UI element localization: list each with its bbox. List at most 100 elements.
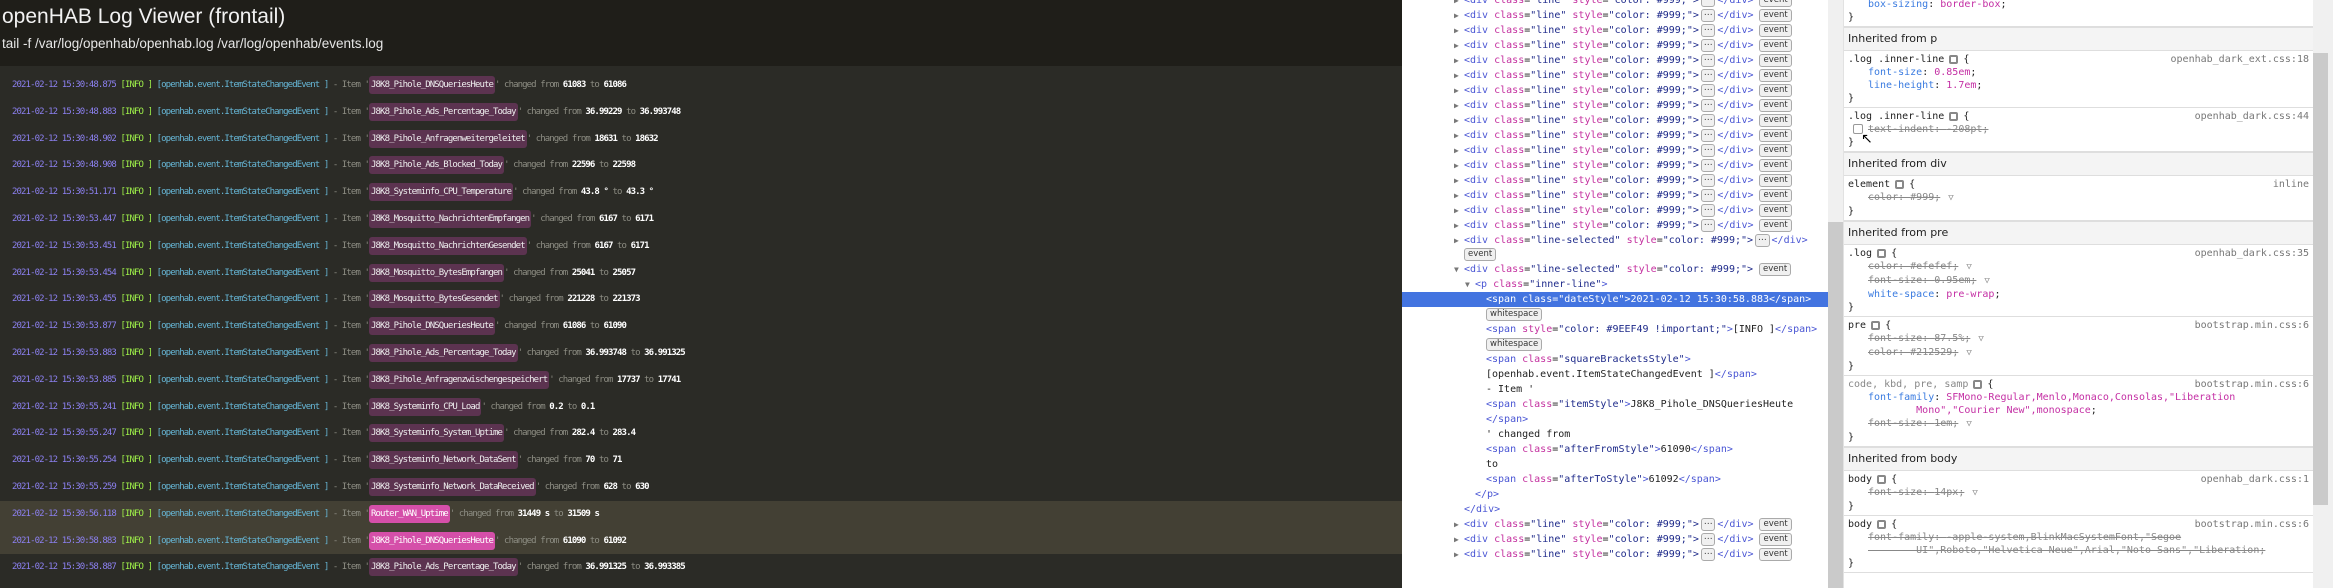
- dom-node-line[interactable]: ▼ <p class="inner-line">: [1402, 277, 1828, 292]
- property-name[interactable]: font-family: [1868, 392, 1934, 403]
- property-name[interactable]: box-sizing: [1868, 0, 1928, 10]
- css-property[interactable]: text-indent: -208pt;: [1848, 123, 2309, 136]
- property-value[interactable]: 87.5%: [1934, 333, 1964, 344]
- dom-node-line[interactable]: whitespace: [1402, 307, 1828, 322]
- expand-arrow-icon[interactable]: ▶: [1454, 8, 1462, 23]
- event-badge[interactable]: event: [1759, 547, 1792, 561]
- filter-icon[interactable]: ▽: [1966, 418, 1971, 431]
- dom-node-line[interactable]: ' changed from: [1402, 427, 1828, 442]
- css-property[interactable]: line-height: 1.7em;: [1848, 79, 2309, 92]
- expand-arrow-icon[interactable]: ▶: [1454, 158, 1462, 173]
- css-rule[interactable]: box-sizing: border-box;}: [1844, 0, 2313, 27]
- log-line[interactable]: 2021-02-12 15:30:53.447 [INFO ] [openhab…: [0, 206, 1402, 233]
- log-line[interactable]: 2021-02-12 15:30:53.883 [INFO ] [openhab…: [0, 340, 1402, 367]
- rule-settings-gear-icon[interactable]: [1949, 111, 1959, 121]
- log-line[interactable]: 2021-02-12 15:30:53.454 [INFO ] [openhab…: [0, 260, 1402, 287]
- css-rule[interactable]: body {bootstrap.min.css:6 font-family: -ap…: [1844, 516, 2313, 573]
- property-value[interactable]: 0.85em: [1934, 67, 1970, 78]
- event-badge[interactable]: event: [1759, 68, 1792, 82]
- dom-node-line[interactable]: ▶ <div class="line" style="color: #999;">…: [1402, 203, 1828, 218]
- filter-icon[interactable]: ▽: [1972, 487, 1977, 500]
- filter-icon[interactable]: ▽: [1966, 347, 1971, 360]
- rule-source-link[interactable]: openhab_dark.css:35: [2195, 247, 2309, 260]
- expand-ellipsis-button[interactable]: ⋯: [1700, 203, 1716, 217]
- dom-node-line[interactable]: to: [1402, 457, 1828, 472]
- event-badge[interactable]: event: [1759, 83, 1792, 97]
- event-badge[interactable]: event: [1759, 98, 1792, 112]
- css-property[interactable]: color: #efefef; ▽: [1848, 260, 2309, 274]
- dom-node-line[interactable]: ▶ <div class="line" style="color: #999;">…: [1402, 23, 1828, 38]
- event-badge[interactable]: event: [1759, 38, 1792, 52]
- expand-arrow-icon[interactable]: ▶: [1454, 128, 1462, 143]
- dom-node-line[interactable]: whitespace: [1402, 337, 1828, 352]
- css-rule[interactable]: .log {openhab_dark.css:35 color: #efefef; ▽…: [1844, 245, 2313, 317]
- log-line[interactable]: 2021-02-12 15:30:55.247 [INFO ] [openhab…: [0, 420, 1402, 447]
- rule-settings-gear-icon[interactable]: [1877, 519, 1887, 529]
- property-name[interactable]: font-family: [1868, 532, 1934, 543]
- dom-node-line[interactable]: ▶ <div class="line" style="color: #999;">…: [1402, 8, 1828, 23]
- dom-node-line[interactable]: <span class="afterToStyle">61092</span>: [1402, 472, 1828, 487]
- expand-arrow-icon[interactable]: ▶: [1454, 53, 1462, 68]
- event-badge[interactable]: event: [1759, 8, 1792, 22]
- rule-source-link[interactable]: bootstrap.min.css:6: [2195, 319, 2309, 332]
- log-line[interactable]: 2021-02-12 15:30:55.254 [INFO ] [openhab…: [0, 447, 1402, 474]
- event-badge[interactable]: event: [1759, 53, 1792, 67]
- rule-source-link[interactable]: openhab_dark.css:1: [2201, 473, 2309, 486]
- log-line[interactable]: 2021-02-12 15:30:56.118 [INFO ] [openhab…: [0, 500, 1402, 528]
- rule-source-link[interactable]: bootstrap.min.css:6: [2195, 518, 2309, 531]
- property-value[interactable]: 1em: [1934, 418, 1952, 429]
- rule-source-link[interactable]: openhab_dark_ext.css:18: [2171, 53, 2309, 66]
- expand-arrow-icon[interactable]: ▶: [1454, 218, 1462, 233]
- css-property[interactable]: font-size: 0.95em; ▽: [1848, 274, 2309, 288]
- dom-node-line-selected[interactable]: ▶ <div class="line-selected" style="color…: [1402, 233, 1828, 248]
- rule-settings-gear-icon[interactable]: [1973, 379, 1983, 389]
- collapse-arrow-icon[interactable]: ▼: [1454, 262, 1462, 277]
- dom-node-line[interactable]: ▶ <div class="line" style="color: #999;">…: [1402, 0, 1828, 8]
- expand-ellipsis-button[interactable]: ⋯: [1700, 113, 1716, 127]
- expand-ellipsis-button[interactable]: ⋯: [1700, 38, 1716, 52]
- selected-dom-node[interactable]: <span class="dateStyle">2021-02-12 15:30…: [1402, 292, 1828, 307]
- css-rule[interactable]: pre {bootstrap.min.css:6 font-size: 87.5%;…: [1844, 317, 2313, 376]
- css-rule[interactable]: body {openhab_dark.css:1 font-size: 14px; ▽…: [1844, 471, 2313, 516]
- elements-scrollbar[interactable]: [1828, 0, 1843, 588]
- property-name[interactable]: text-indent: [1868, 124, 1934, 135]
- expand-ellipsis-button[interactable]: ⋯: [1755, 233, 1770, 247]
- event-badge[interactable]: event: [1759, 113, 1792, 127]
- dom-node-line[interactable]: ▶ <div class="line" style="color: #999;">…: [1402, 143, 1828, 158]
- filter-icon[interactable]: ▽: [1984, 275, 1989, 288]
- rule-selector[interactable]: code, kbd, pre, samp: [1848, 379, 1968, 390]
- expand-arrow-icon[interactable]: ▶: [1454, 188, 1462, 203]
- event-badge[interactable]: event: [1759, 158, 1792, 172]
- event-badge[interactable]: event: [1759, 532, 1792, 546]
- property-name[interactable]: line-height: [1868, 80, 1934, 91]
- log-line[interactable]: 2021-02-12 15:30:53.885 [INFO ] [openhab…: [0, 367, 1402, 394]
- css-property[interactable]: font-size: 0.85em;: [1848, 66, 2309, 79]
- css-property[interactable]: font-family: -apple-system,BlinkMacSyste…: [1848, 531, 2309, 557]
- rule-source-link[interactable]: inline: [2273, 178, 2309, 191]
- dom-node-line[interactable]: <span style="color: #9EEF49 !important;"…: [1402, 322, 1828, 337]
- expand-ellipsis-button[interactable]: ⋯: [1700, 128, 1716, 142]
- event-badge[interactable]: event: [1759, 143, 1792, 157]
- expand-arrow-icon[interactable]: ▶: [1454, 98, 1462, 113]
- property-value[interactable]: pre-wrap: [1946, 289, 1994, 300]
- property-value[interactable]: 1.7em: [1946, 80, 1976, 91]
- css-property[interactable]: white-space: pre-wrap;: [1848, 288, 2309, 301]
- property-value[interactable]: -208pt: [1946, 124, 1982, 135]
- log-line[interactable]: 2021-02-12 15:30:48.908 [INFO ] [openhab…: [0, 152, 1402, 179]
- expand-ellipsis-button[interactable]: ⋯: [1700, 517, 1716, 531]
- event-badge[interactable]: event: [1759, 188, 1792, 202]
- expand-arrow-icon[interactable]: ▶: [1454, 0, 1462, 8]
- dom-node-line[interactable]: </p>: [1402, 487, 1828, 502]
- log-line[interactable]: 2021-02-12 15:30:51.171 [INFO ] [openhab…: [0, 179, 1402, 206]
- dom-node-line[interactable]: ▶ <div class="line" style="color: #999;">…: [1402, 517, 1828, 532]
- log-line[interactable]: 2021-02-12 15:30:55.259 [INFO ] [openhab…: [0, 474, 1402, 501]
- css-property[interactable]: color: #999; ▽: [1848, 191, 2309, 205]
- expand-ellipsis-button[interactable]: ⋯: [1700, 218, 1716, 232]
- css-property[interactable]: color: #212529; ▽: [1848, 346, 2309, 360]
- dom-node-line[interactable]: ▶ <div class="line" style="color: #999;">…: [1402, 218, 1828, 233]
- event-badge[interactable]: event: [1759, 173, 1792, 187]
- expand-ellipsis-button[interactable]: ⋯: [1700, 53, 1716, 67]
- dom-node-line[interactable]: </span>: [1402, 412, 1828, 427]
- property-name[interactable]: white-space: [1868, 289, 1934, 300]
- styles-scrollbar[interactable]: [2313, 0, 2333, 588]
